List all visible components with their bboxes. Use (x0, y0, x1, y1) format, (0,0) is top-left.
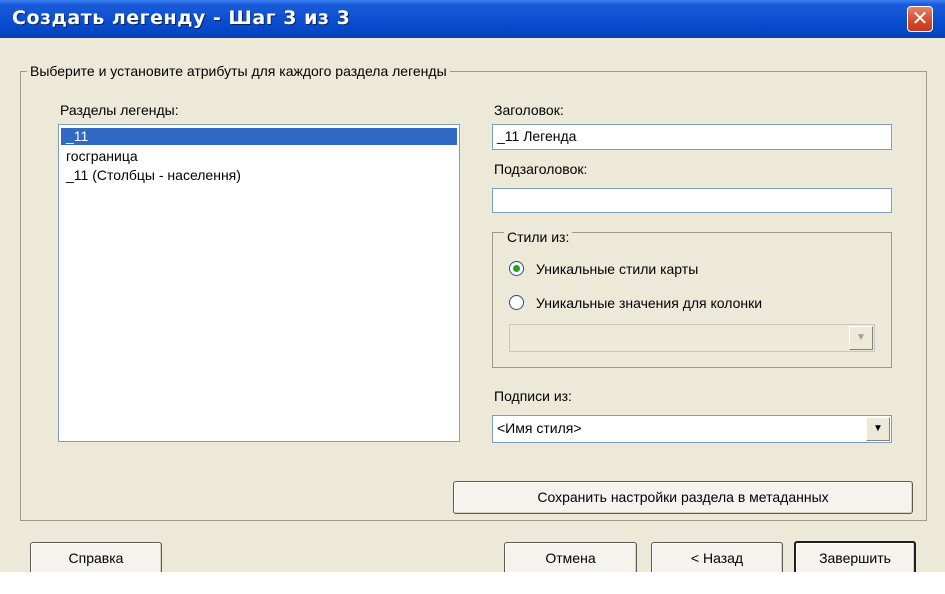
subtitle-field-label: Подзаголовок: (494, 161, 588, 177)
sections-listbox[interactable]: _11 госграница _11 (Столбцы - населення) (58, 124, 460, 442)
column-select[interactable]: ▼ (509, 324, 875, 352)
triangle-down-icon[interactable]: ▼ (849, 326, 873, 350)
styles-group-label: Стили из: (504, 228, 573, 246)
finish-label: Завершить (819, 550, 891, 566)
radio-dot-icon (513, 265, 520, 272)
close-icon: ✕ (911, 6, 929, 30)
title-field-label: Заголовок: (494, 102, 564, 118)
triangle-down-icon[interactable]: ▼ (866, 417, 890, 441)
window-title: Создать легенду - Шаг 3 из 3 (12, 7, 351, 29)
labels-from-select[interactable]: <Имя стиля> ▼ (492, 415, 892, 443)
list-item[interactable]: _11 (Столбцы - населення) (61, 167, 457, 184)
list-item-label: _11 (Столбцы - населення) (66, 167, 241, 183)
labels-from-value: <Имя стиля> (497, 420, 582, 436)
unique-map-styles-label[interactable]: Уникальные стили карты (536, 260, 698, 278)
list-item[interactable]: _11 (61, 128, 457, 145)
unique-column-values-label[interactable]: Уникальные значения для колонки (536, 294, 762, 312)
dialog-window: Создать легенду - Шаг 3 из 3 ✕ Выберите … (0, 0, 945, 572)
cancel-button[interactable]: Отмена (504, 542, 637, 572)
close-button[interactable]: ✕ (907, 6, 933, 32)
title-input-value: _11 Легенда (497, 128, 577, 144)
save-metadata-button[interactable]: Сохранить настройки раздела в метаданных (453, 481, 913, 514)
back-button[interactable]: < Назад (651, 542, 783, 572)
unique-column-values-radio[interactable] (509, 295, 524, 310)
list-item-label: госграница (66, 148, 138, 164)
help-label: Справка (68, 550, 124, 566)
title-bar[interactable]: Создать легенду - Шаг 3 из 3 ✕ (0, 0, 945, 38)
labels-from-label: Подписи из: (494, 388, 572, 404)
unique-map-styles-radio[interactable] (509, 261, 524, 276)
cancel-label: Отмена (545, 550, 596, 566)
sections-label: Разделы легенды: (60, 102, 179, 118)
help-button[interactable]: Справка (30, 542, 162, 572)
title-input[interactable]: _11 Легенда (492, 124, 892, 150)
finish-button[interactable]: Завершить (794, 541, 916, 572)
list-item-label: _11 (66, 128, 89, 144)
group-label: Выберите и установите атрибуты для каждо… (27, 62, 450, 80)
save-metadata-label: Сохранить настройки раздела в метаданных (537, 489, 829, 505)
list-item[interactable]: госграница (61, 148, 457, 165)
subtitle-input[interactable] (492, 188, 892, 213)
back-label: < Назад (690, 550, 744, 566)
